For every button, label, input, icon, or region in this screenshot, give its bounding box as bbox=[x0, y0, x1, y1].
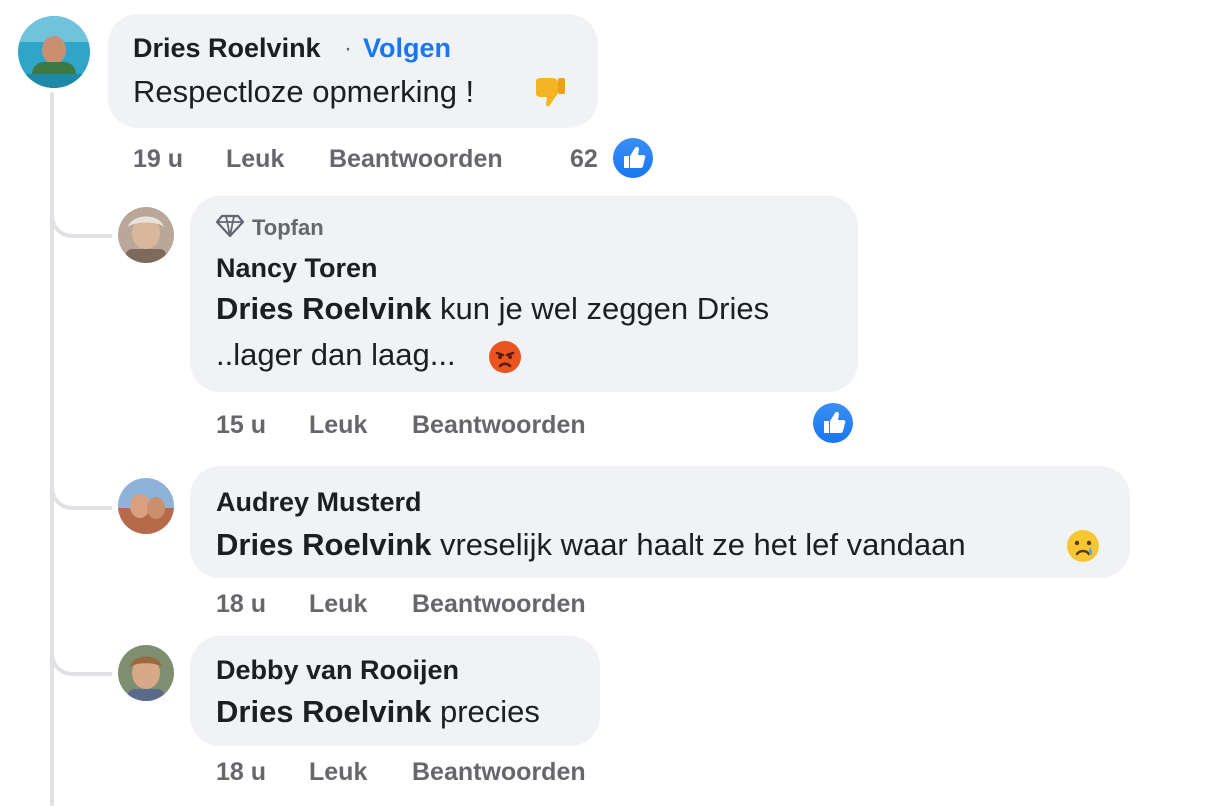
reaction-count[interactable]: 62 bbox=[570, 145, 598, 174]
avatar[interactable] bbox=[118, 478, 174, 534]
comment-actions: 18 u Leuk Beantwoorden bbox=[216, 758, 636, 788]
comment-actions: 18 u Leuk Beantwoorden bbox=[216, 590, 636, 620]
comment-text: Dries Roelvink vreselijk waar haalt ze h… bbox=[216, 527, 966, 563]
reply-button[interactable]: Beantwoorden bbox=[412, 590, 586, 619]
reply-connector bbox=[50, 630, 112, 676]
comment-time[interactable]: 15 u bbox=[216, 411, 266, 440]
reply-connector bbox=[50, 464, 112, 510]
avatar[interactable] bbox=[18, 16, 90, 88]
comment-text-part: precies bbox=[431, 694, 540, 729]
follow-separator: · bbox=[344, 35, 352, 62]
like-button[interactable]: Leuk bbox=[309, 758, 367, 787]
follow-link[interactable]: Volgen bbox=[363, 33, 451, 64]
reply-button[interactable]: Beantwoorden bbox=[412, 758, 586, 787]
like-button[interactable]: Leuk bbox=[309, 411, 367, 440]
comment-text-part: vreselijk waar haalt ze het lef vandaan bbox=[431, 527, 966, 562]
like-icon[interactable] bbox=[613, 138, 653, 178]
diamond-icon bbox=[215, 214, 245, 243]
angry-face-icon bbox=[488, 340, 522, 379]
comment-text-part: kun je wel zeggen Dries bbox=[431, 291, 770, 326]
comment-time[interactable]: 18 u bbox=[216, 758, 266, 787]
comment-author[interactable]: Debby van Rooijen bbox=[216, 655, 459, 686]
comment-text: Dries Roelvink kun je wel zeggen Dries bbox=[216, 291, 769, 327]
comment-text-line2: ..lager dan laag... bbox=[216, 337, 456, 372]
reply-button[interactable]: Beantwoorden bbox=[329, 145, 503, 174]
comment-actions: 19 u Leuk Beantwoorden 62 bbox=[133, 145, 633, 175]
mention-link[interactable]: Dries Roelvink bbox=[216, 694, 431, 729]
avatar[interactable] bbox=[118, 645, 174, 701]
comment-author[interactable]: Dries Roelvink bbox=[133, 33, 321, 64]
sad-face-icon bbox=[1066, 529, 1100, 568]
comment-text: Respectloze opmerking ! bbox=[133, 74, 475, 109]
like-icon[interactable] bbox=[813, 403, 853, 443]
comment-time[interactable]: 19 u bbox=[133, 145, 183, 174]
avatar[interactable] bbox=[118, 207, 174, 263]
comment-text: Dries Roelvink precies bbox=[216, 694, 540, 730]
like-button[interactable]: Leuk bbox=[226, 145, 284, 174]
thumbs-down-icon bbox=[534, 74, 568, 115]
mention-link[interactable]: Dries Roelvink bbox=[216, 291, 431, 326]
reply-button[interactable]: Beantwoorden bbox=[412, 411, 586, 440]
top-fan-badge: Topfan bbox=[252, 215, 324, 240]
comment-author[interactable]: Nancy Toren bbox=[216, 253, 378, 284]
reply-connector bbox=[50, 192, 112, 238]
like-button[interactable]: Leuk bbox=[309, 590, 367, 619]
comment-bubble bbox=[108, 14, 598, 128]
comment-actions: 15 u Leuk Beantwoorden bbox=[216, 411, 636, 441]
comment-author[interactable]: Audrey Musterd bbox=[216, 487, 422, 518]
comment-time[interactable]: 18 u bbox=[216, 590, 266, 619]
mention-link[interactable]: Dries Roelvink bbox=[216, 527, 431, 562]
